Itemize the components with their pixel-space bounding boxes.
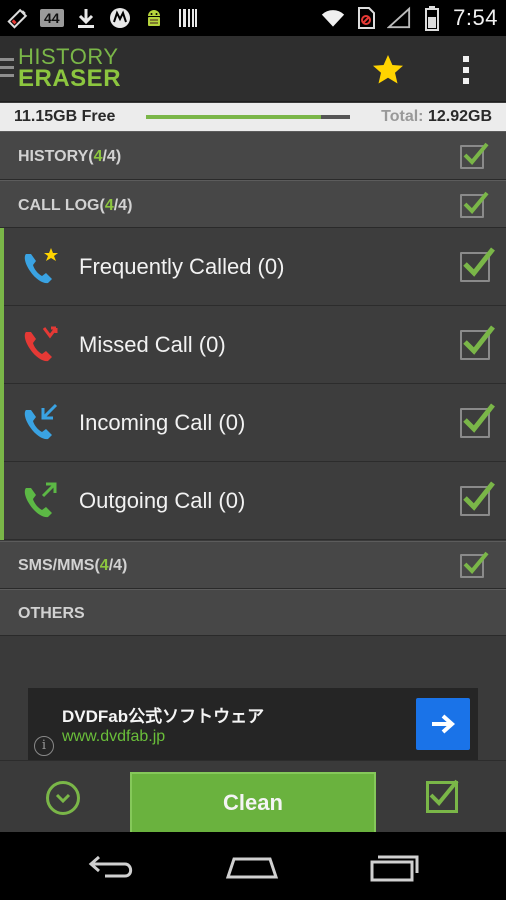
status-bar-notifications: 44: [6, 4, 200, 32]
selected-count: 4: [99, 557, 109, 574]
no-sim-icon: [354, 6, 378, 30]
signal-icon: [387, 6, 411, 30]
count-close: ): [122, 557, 128, 574]
app-logo[interactable]: HISTORY ERASER: [18, 46, 121, 91]
phone-incoming-icon: [20, 402, 62, 444]
back-icon[interactable]: [82, 848, 142, 884]
count-close: ): [115, 148, 122, 165]
ad-url[interactable]: www.dvdfab.jp: [62, 728, 165, 746]
item-accent-bar: [0, 462, 4, 540]
section-call-log-label: CALL LOG: [18, 197, 100, 214]
section-call-log-title: CALL LOG(4/4): [18, 197, 132, 215]
call-item-frequently-called[interactable]: Frequently Called (0): [0, 228, 506, 306]
system-nav-bar: [0, 832, 506, 900]
android-debug-icon: [142, 6, 166, 30]
call-item-missed-call[interactable]: Missed Call (0): [0, 306, 506, 384]
section-history-title: HISTORY(4/4): [18, 148, 121, 166]
storage-total-value: 12.92GB: [427, 108, 492, 125]
call-item-label: Frequently Called (0): [79, 254, 285, 279]
count-close: ): [127, 197, 133, 214]
battery-low-icon: [6, 6, 30, 30]
storage-total-label: Total:: [381, 108, 424, 125]
history-eraser-screen: 44 7:54 HISTORY ERASER 11.15GB Free Tota…: [0, 0, 506, 900]
sms-checkbox[interactable]: [460, 551, 489, 578]
bottom-action-bar: Clean: [0, 760, 506, 834]
notification-count-badge: 44: [40, 9, 64, 27]
storage-free: 11.15GB Free: [14, 108, 116, 125]
section-others-title: OTHERS: [18, 605, 85, 622]
section-call-log[interactable]: CALL LOG(4/4): [0, 180, 506, 228]
section-sms-mms[interactable]: SMS/MMS(4/4): [0, 541, 506, 589]
item-accent-bar: [0, 228, 4, 306]
storage-progress-bar: [146, 115, 350, 119]
total-count: 4: [106, 148, 116, 165]
ad-banner[interactable]: DVDFab公式ソフトウェア www.dvdfab.jp i: [28, 688, 478, 760]
call-item-label: Outgoing Call (0): [79, 488, 246, 513]
storage-summary: 11.15GB Free Total: 12.92GB: [0, 103, 506, 131]
outgoing-call-checkbox[interactable]: [460, 481, 495, 516]
incoming-call-checkbox[interactable]: [460, 403, 495, 438]
phone-missed-icon: [20, 324, 62, 366]
app-bar: HISTORY ERASER: [0, 36, 506, 102]
frequently-called-checkbox[interactable]: [460, 247, 495, 282]
missed-call-checkbox[interactable]: [460, 325, 495, 360]
select-all-checkbox[interactable]: [426, 779, 459, 813]
recent-apps-icon[interactable]: [364, 848, 424, 884]
item-accent-bar: [0, 306, 4, 384]
call-log-checkbox[interactable]: [460, 191, 489, 218]
call-item-label: Incoming Call (0): [79, 410, 246, 435]
total-count: 4: [113, 557, 123, 574]
total-count: 4: [118, 197, 128, 214]
status-bar: 44 7:54: [0, 0, 506, 36]
status-bar-system: 7:54: [321, 4, 498, 32]
ad-title: DVDFab公式ソフトウェア: [62, 707, 265, 726]
download-icon: [74, 6, 98, 30]
clock: 7:54: [453, 5, 498, 30]
home-icon[interactable]: [222, 848, 282, 884]
section-history[interactable]: HISTORY(4/4): [0, 131, 506, 180]
menu-icon[interactable]: [0, 58, 14, 80]
section-sms-title: SMS/MMS(4/4): [18, 557, 127, 575]
logo-line-eraser: ERASER: [18, 65, 122, 92]
storage-progress-fill: [146, 115, 322, 119]
call-item-label: Missed Call (0): [79, 332, 226, 357]
arrow-right-icon: [432, 714, 456, 734]
motorola-icon: [108, 6, 132, 30]
selected-count: 4: [104, 197, 114, 214]
storage-total: Total: 12.92GB: [381, 108, 492, 126]
section-others[interactable]: OTHERS: [0, 589, 506, 636]
barcode-icon: [176, 6, 200, 30]
history-checkbox[interactable]: [460, 142, 489, 169]
clean-button[interactable]: Clean: [130, 772, 376, 834]
ad-info-icon[interactable]: i: [34, 736, 54, 756]
item-accent-bar: [0, 384, 4, 462]
section-history-label: HISTORY: [18, 148, 89, 165]
call-item-outgoing-call[interactable]: Outgoing Call (0): [0, 462, 506, 540]
wifi-icon: [321, 6, 345, 30]
battery-icon: [420, 6, 444, 31]
ad-arrow-button[interactable]: [416, 698, 470, 750]
overflow-icon[interactable]: [452, 52, 480, 88]
phone-star-icon: [20, 246, 62, 288]
phone-outgoing-icon: [20, 480, 62, 522]
call-item-incoming-call[interactable]: Incoming Call (0): [0, 384, 506, 462]
list-empty-area: [0, 636, 506, 688]
star-icon[interactable]: [370, 52, 406, 88]
chevron-down-icon[interactable]: [46, 781, 80, 815]
section-sms-label: SMS/MMS: [18, 557, 95, 574]
